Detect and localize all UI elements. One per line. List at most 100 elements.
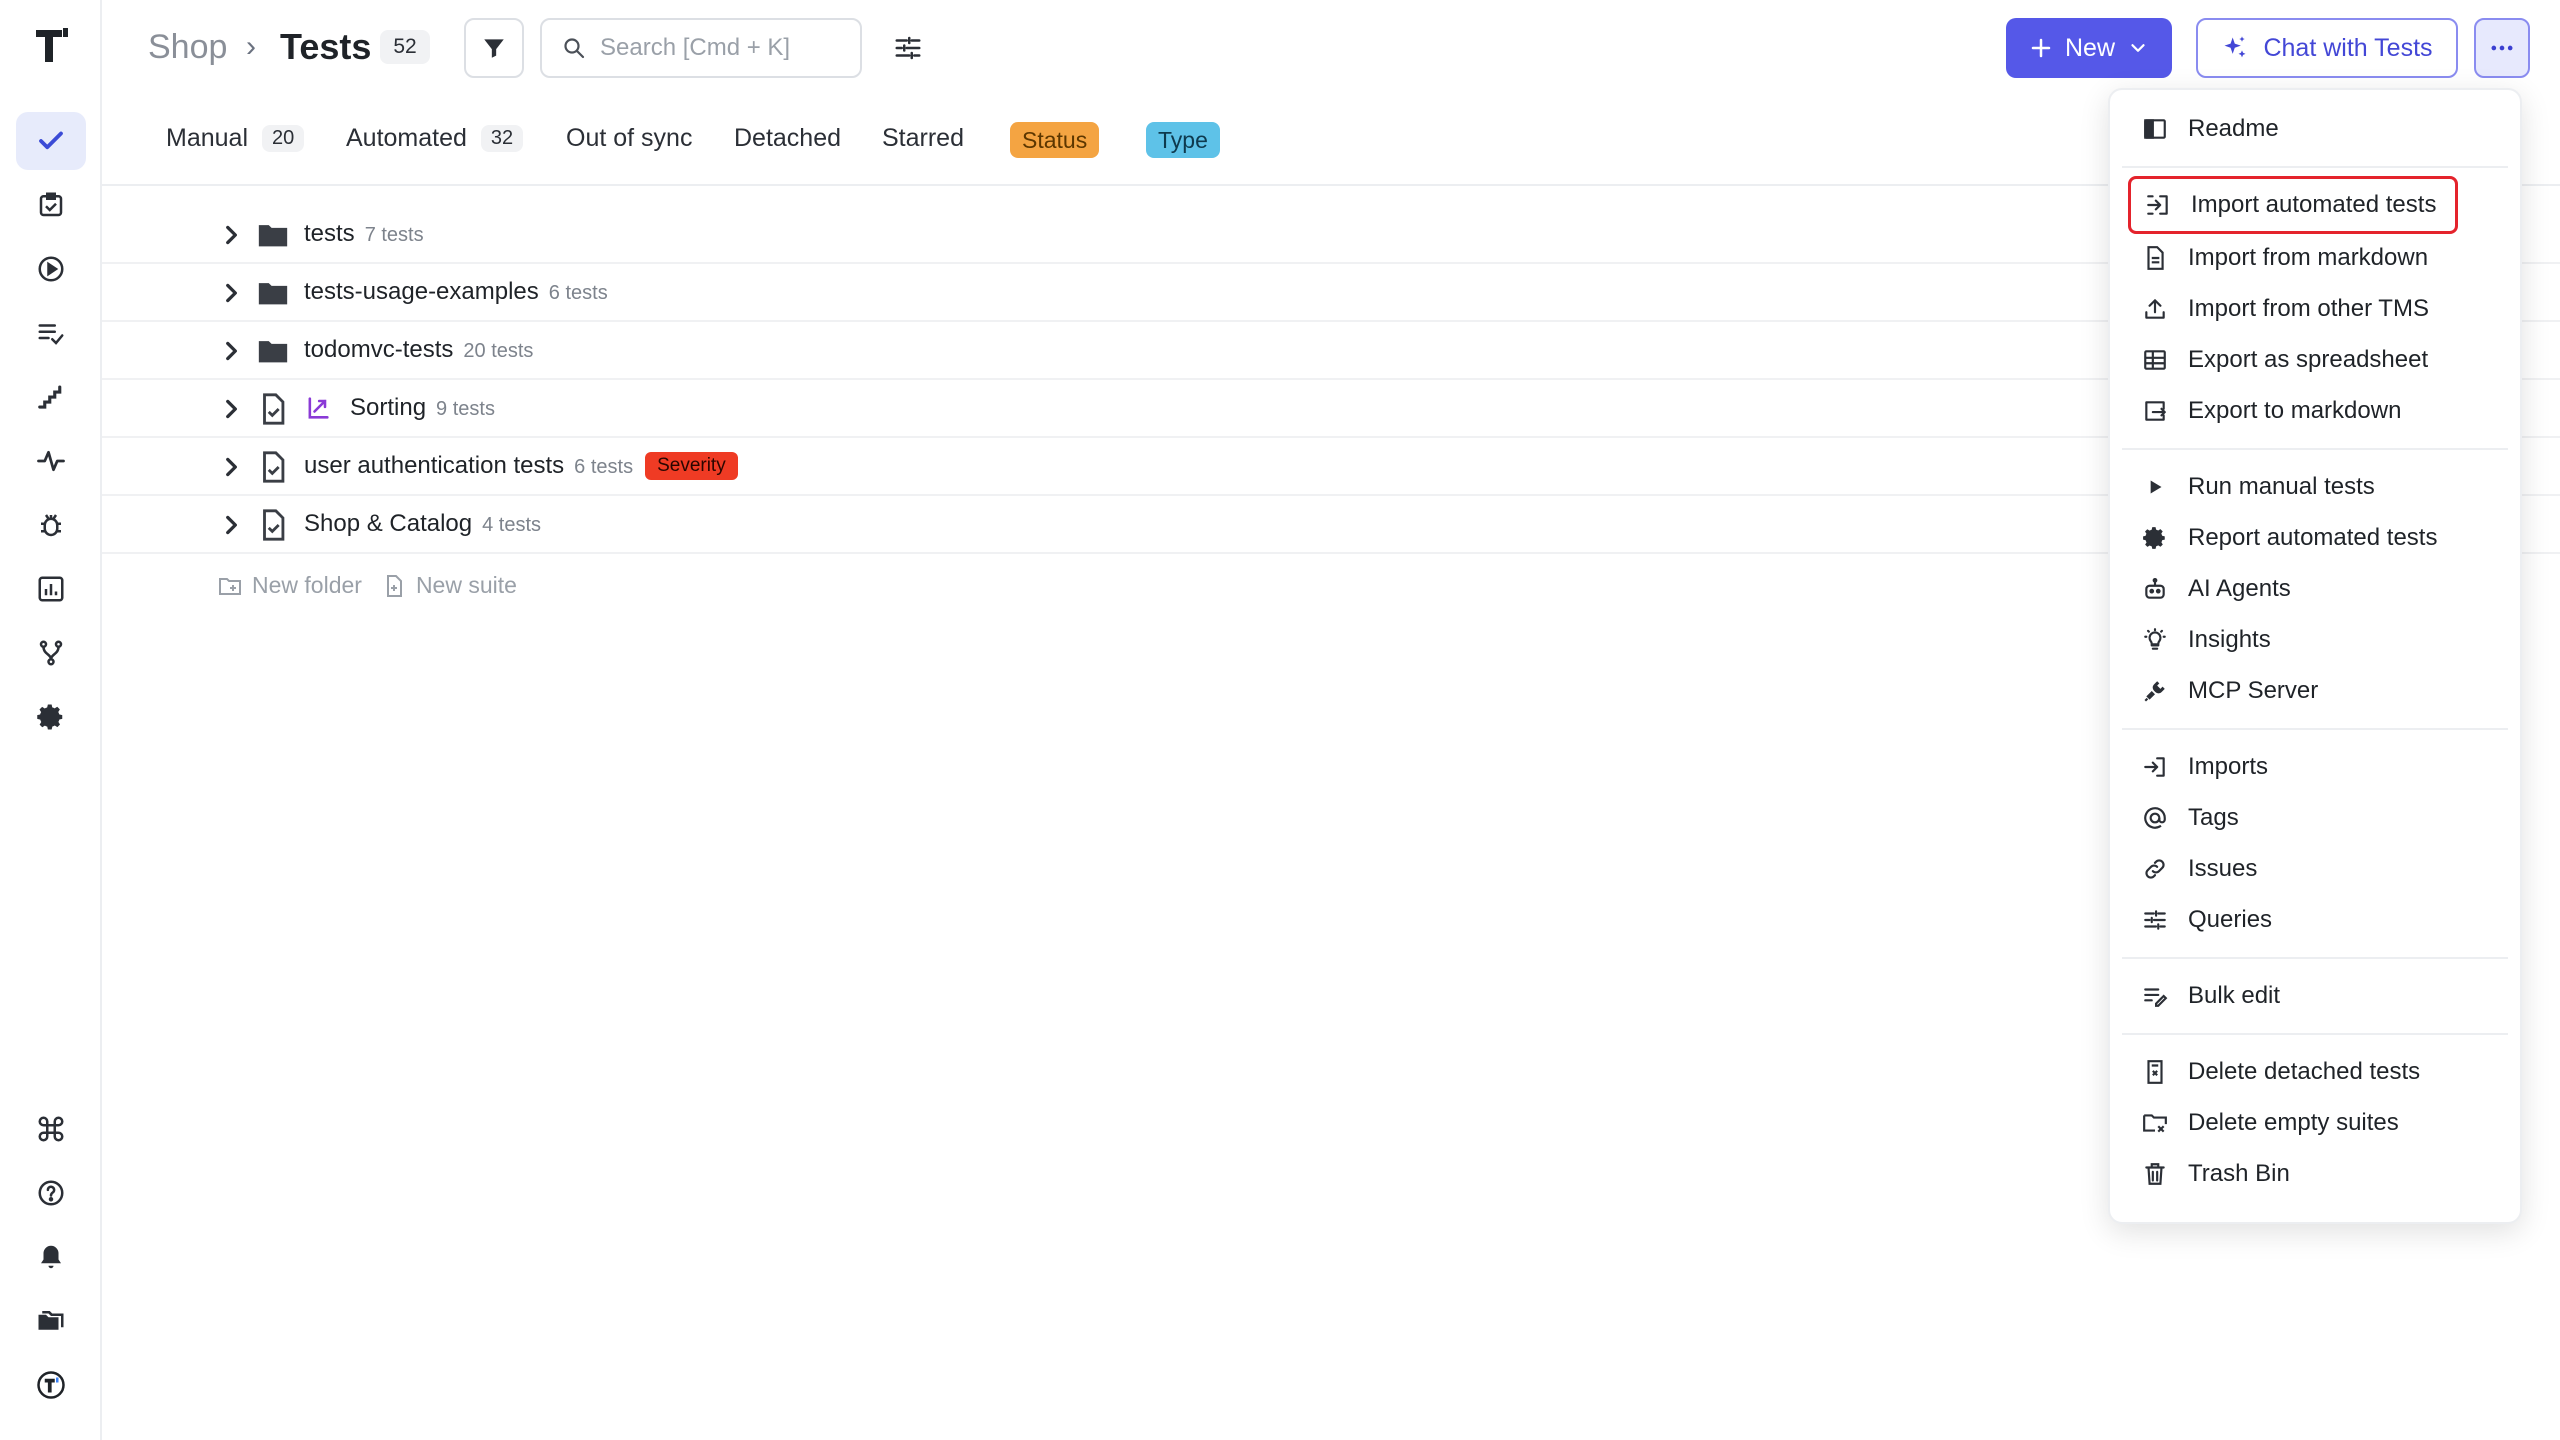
chevron-right-icon[interactable] [218,222,244,248]
account-avatar-icon[interactable] [16,1356,86,1414]
folder-icon [258,283,288,305]
tree-item-label[interactable]: Shop & Catalog 4 tests [304,510,541,538]
steps-nav-icon[interactable] [16,368,86,426]
search-input[interactable] [600,34,840,62]
tests-nav-icon[interactable] [16,112,86,170]
branches-nav-icon[interactable] [16,624,86,682]
tree-actions: New folder New suite [218,572,517,599]
menu-item-import-from-other-tms[interactable]: Import from other TMS [2128,284,2502,334]
table-icon [2144,350,2166,370]
view-settings-button[interactable] [888,28,928,68]
checklist-nav-icon[interactable] [16,304,86,362]
analytics-nav-icon[interactable] [16,560,86,618]
command-icon[interactable] [16,1100,86,1158]
menu-item-issues[interactable]: Issues [2128,844,2502,894]
menu-item-queries[interactable]: Queries [2128,895,2502,945]
robot-icon [2145,577,2165,599]
menu-item-run-manual-tests[interactable]: Run manual tests [2128,462,2502,512]
pulse-nav-icon[interactable] [16,432,86,490]
tab-automated[interactable]: Automated 32 [346,124,524,153]
breadcrumb-project[interactable]: Shop [148,28,227,67]
left-rail [0,0,102,1440]
menu-item-tags[interactable]: Tags [2128,793,2502,843]
chevron-right-icon[interactable] [218,280,244,306]
settings-gear-icon[interactable] [16,688,86,746]
tree-item-label[interactable]: user authentication tests 6 tests Severity [304,452,738,480]
menu-item-export-to-markdown[interactable]: Export to markdown [2128,386,2502,436]
plus-icon [2031,38,2051,58]
lightbulb-icon [2144,628,2166,650]
menu-item-mcp-server[interactable]: MCP Server [2128,666,2502,716]
help-icon[interactable] [16,1164,86,1222]
page-title: Tests [280,26,372,67]
tree-item-label[interactable]: tests 7 tests [304,220,424,248]
tab-label: Starred [882,124,964,152]
menu-item-delete-empty-suites[interactable]: Delete empty suites [2128,1098,2502,1148]
plans-nav-icon[interactable] [16,176,86,234]
breadcrumb-separator: › [246,30,256,63]
bell-icon[interactable] [16,1228,86,1286]
tree-item-label[interactable]: Sorting 9 tests [350,394,495,422]
chevron-right-icon[interactable] [218,396,244,422]
menu-item-bulk-edit[interactable]: Bulk edit [2128,971,2502,1021]
tree-item-count: 7 tests [364,224,424,246]
tree-item-label[interactable]: todomvc-tests 20 tests [304,336,533,364]
tab-type-pill[interactable]: Type [1146,122,1220,158]
new-folder-button[interactable]: New folder [218,572,362,599]
cog-icon [2143,527,2165,549]
menu-divider [2122,957,2508,959]
search-icon [564,38,585,59]
testomat-logo-icon[interactable] [30,24,72,66]
menu-item-import-automated-tests[interactable]: Import automated tests [2128,176,2458,234]
menu-item-readme[interactable]: Readme [2128,104,2502,154]
menu-item-import-from-markdown[interactable]: Import from markdown [2128,233,2502,283]
tab-out-of-sync[interactable]: Out of sync [566,124,692,153]
tab-status-pill[interactable]: Status [1010,122,1100,158]
menu-item-insights[interactable]: Insights [2128,615,2502,665]
new-button[interactable]: New [2006,18,2172,78]
tab-manual[interactable]: Manual 20 [166,124,305,153]
chat-button-label: Chat with Tests [2263,33,2433,62]
tab-starred[interactable]: Starred [882,124,964,153]
at-sign-icon [2144,807,2166,829]
top-bar: Shop › Tests 52 New Chat with Tests [102,0,2560,96]
suite-file-icon [263,393,285,425]
menu-item-trash-bin[interactable]: Trash Bin [2128,1149,2502,1199]
tab-detached[interactable]: Detached [734,124,841,153]
menu-item-imports[interactable]: Imports [2128,742,2502,792]
tree-item-count: 6 tests [548,282,608,304]
menu-item-export-as-spreadsheet[interactable]: Export as spreadsheet [2128,335,2502,385]
menu-divider [2122,1033,2508,1035]
severity-tag[interactable]: Severity [645,452,738,480]
menu-divider [2122,166,2508,168]
menu-item-delete-detached-tests[interactable]: Delete detached tests [2128,1047,2502,1097]
folder-delete-icon [2143,1114,2167,1133]
menu-item-report-automated-tests[interactable]: Report automated tests [2128,513,2502,563]
chevron-right-icon[interactable] [218,338,244,364]
menu-divider [2122,728,2508,730]
tree-item-count: 20 tests [463,340,534,362]
sparkles-icon [2224,36,2246,58]
more-options-button[interactable] [2474,18,2530,78]
suite-file-icon [263,451,285,483]
chevron-right-icon[interactable] [218,512,244,538]
menu-item-ai-agents[interactable]: AI Agents [2128,564,2502,614]
sliders-icon [895,36,921,60]
tree-item-label[interactable]: tests-usage-examples 6 tests [304,278,608,306]
tree-item-count: 9 tests [436,398,495,420]
bug-nav-icon[interactable] [16,496,86,554]
chevron-right-icon[interactable] [218,454,244,480]
tree-item-count: 6 tests [574,456,634,478]
suite-file-icon [263,509,285,541]
projects-folder-icon[interactable] [16,1292,86,1350]
filter-button[interactable] [464,18,524,78]
upload-icon [2145,299,2165,319]
folder-icon [258,341,288,363]
runs-nav-icon[interactable] [16,240,86,298]
menu-divider [2122,448,2508,450]
chat-with-tests-button[interactable]: Chat with Tests [2196,18,2458,78]
link-icon [2145,859,2165,879]
new-suite-button[interactable]: New suite [382,572,517,599]
file-delete-icon [2147,1060,2163,1084]
plug-icon [2144,681,2165,702]
